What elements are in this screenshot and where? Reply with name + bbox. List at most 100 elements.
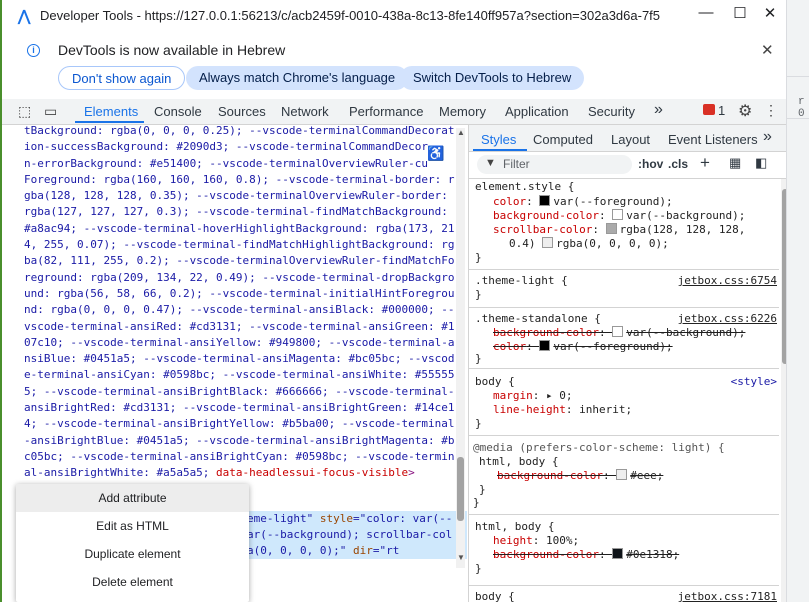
menu-item-add-attribute[interactable]: Add attribute [16, 484, 249, 512]
more-panes-chevron-icon[interactable]: » [763, 128, 772, 146]
tab-styles[interactable]: Styles [481, 132, 516, 147]
infobar-close-button[interactable]: ✕ [761, 41, 774, 59]
menu-item-edit-as-html[interactable]: Edit as HTML [16, 512, 249, 540]
color-swatch[interactable] [542, 237, 554, 248]
prop-value: var(--foreground); [553, 195, 673, 208]
device-toolbar-icon[interactable]: ▭ [44, 103, 57, 120]
media-query: @media (prefers-color-scheme: light) { [473, 441, 725, 454]
css-property-overridden[interactable]: background-color: #0e1318; [493, 548, 679, 562]
scroll-up-arrow-icon[interactable]: ▲ [457, 128, 465, 137]
more-menu-icon[interactable]: ⋮ [764, 102, 778, 119]
code-line: c05bc; --vscode-terminal-ansiBrightCyan:… [24, 449, 455, 463]
css-property[interactable]: margin: ▸ 0; [493, 389, 573, 403]
code-line: #a8ac94; --vscode-terminal-hoverHighligh… [24, 221, 455, 235]
prop-name: color [493, 195, 527, 208]
code-line: nd: rgba(0, 0, 0, 0.47); --vscode-termin… [24, 303, 455, 317]
tab-computed[interactable]: Computed [533, 132, 593, 147]
attr-value: a(0, 0, 0, 0);" [247, 544, 347, 557]
prop-value: var(--background); [626, 326, 746, 339]
window-title: Developer Tools - https://127.0.0.1:5621… [40, 8, 660, 23]
main-toolbar: ⬚ ▭ Elements Console Sources Network Per… [2, 99, 786, 125]
match-language-button[interactable]: Always match Chrome's language [186, 66, 409, 90]
error-icon[interactable] [703, 104, 715, 115]
new-rule-plus-icon[interactable]: + [700, 153, 710, 173]
tab-memory[interactable]: Memory [439, 104, 486, 119]
filter-input[interactable] [477, 155, 632, 174]
error-count[interactable]: 1 [718, 103, 725, 118]
css-property[interactable]: color: var(--foreground); [493, 195, 673, 209]
tab-event-listeners[interactable]: Event Listeners [668, 132, 758, 147]
sidebar-toggle-icon[interactable]: ◧ [755, 155, 767, 171]
css-property[interactable]: line-height: inherit; [493, 403, 632, 417]
tab-sources[interactable]: Sources [218, 104, 266, 119]
tab-performance[interactable]: Performance [349, 104, 423, 119]
switch-hebrew-button[interactable]: Switch DevTools to Hebrew [400, 66, 585, 90]
tab-security[interactable]: Security [588, 104, 635, 119]
attribute-name: data-headlessui-focus-visible [209, 466, 409, 480]
rule-html-body: html, body { height: 100%; background-co… [469, 515, 779, 586]
infobar-message: DevTools is now available in Hebrew [58, 42, 286, 58]
code-line: gba(128, 128, 128, 0.35); --vscode-termi… [24, 189, 448, 203]
prop-value: var(--background); [626, 209, 746, 222]
menu-item-delete-element[interactable]: Delete element [16, 568, 249, 596]
rule-close: } [475, 417, 482, 430]
rule-source-link[interactable]: jetbox.css:6754 [678, 274, 777, 287]
tab-application[interactable]: Application [505, 104, 569, 119]
prop-name: height [493, 534, 533, 547]
page-text-fragment: r 0 [798, 96, 805, 120]
rule-body-jetbox: body { jetbox.css:7181 [469, 586, 779, 602]
tab-elements[interactable]: Elements [84, 104, 138, 119]
rule-selector: body { [475, 375, 515, 388]
more-tabs-chevron-icon[interactable]: » [654, 101, 663, 119]
rule-selector: .theme-light { [475, 274, 568, 287]
color-swatch[interactable] [605, 223, 617, 234]
rule-close: } [475, 352, 482, 365]
rule-theme-light: .theme-light { jetbox.css:6754 } [469, 270, 779, 308]
gear-icon[interactable]: ⚙ [738, 101, 752, 121]
scroll-down-arrow-icon[interactable]: ▼ [457, 553, 465, 562]
inspect-element-icon[interactable]: ⬚ [18, 103, 31, 120]
cls-toggle[interactable]: .cls [668, 157, 688, 171]
css-property[interactable]: height: 100%; [493, 534, 579, 548]
active-tab-indicator [75, 121, 144, 123]
prop-value: 100%; [546, 534, 580, 547]
rule-close: } [475, 562, 482, 575]
code-line: nsiBlue: #0451a5; --vscode-terminal-ansi… [24, 352, 455, 366]
page-behind-strip: r 0 [786, 0, 809, 602]
tab-layout[interactable]: Layout [611, 132, 650, 147]
tab-console[interactable]: Console [154, 104, 202, 119]
close-window-button[interactable]: ✕ [760, 4, 780, 22]
prop-value: #0e1318; [626, 548, 680, 561]
paint-icon[interactable]: ▦ [729, 155, 741, 171]
prop-name: color [493, 340, 527, 353]
css-property[interactable]: scrollbar-color: rgba(128, 128, 128, [493, 223, 745, 237]
elements-scrollbar-thumb[interactable] [457, 457, 464, 521]
css-property-overridden[interactable]: background-color: var(--background); [493, 326, 745, 340]
maximize-button[interactable]: ☐ [730, 4, 750, 22]
code-line: reground: rgba(209, 134, 22, 0.49); --vs… [24, 270, 455, 284]
rule-close: } [479, 483, 486, 496]
menu-item-duplicate-element[interactable]: Duplicate element [16, 540, 249, 568]
rule-source-link[interactable]: <style> [731, 375, 777, 388]
accessibility-icon[interactable]: ♿ [427, 144, 445, 162]
code-line: vscode-terminal-ansiRed: #cd3131; --vsco… [24, 319, 455, 333]
color-swatch[interactable] [612, 548, 624, 559]
tab-network[interactable]: Network [281, 104, 329, 119]
color-swatch[interactable] [539, 340, 551, 351]
css-property-overridden[interactable]: color: var(--foreground); [493, 340, 673, 354]
prop-name: background-color [497, 469, 603, 482]
code-line: e-terminal-ansiCyan: #0598bc; --vscode-t… [24, 368, 455, 382]
color-swatch[interactable] [616, 469, 628, 480]
prop-value: #eee; [630, 469, 664, 482]
styles-tabs: Styles Computed Layout Event Listeners » [469, 125, 786, 152]
color-swatch[interactable] [612, 209, 624, 220]
rule-source-link[interactable]: jetbox.css:7181 [678, 590, 777, 602]
dont-show-again-button[interactable]: Don't show again [58, 66, 186, 90]
color-swatch[interactable] [539, 195, 551, 206]
css-property-overridden[interactable]: background-color: #eee; [497, 469, 663, 483]
hov-toggle[interactable]: :hov [638, 157, 663, 171]
color-swatch[interactable] [612, 326, 624, 337]
css-property[interactable]: background-color: var(--background); [493, 209, 745, 223]
rule-source-link[interactable]: jetbox.css:6226 [678, 312, 777, 325]
minimize-button[interactable]: — [696, 4, 716, 21]
